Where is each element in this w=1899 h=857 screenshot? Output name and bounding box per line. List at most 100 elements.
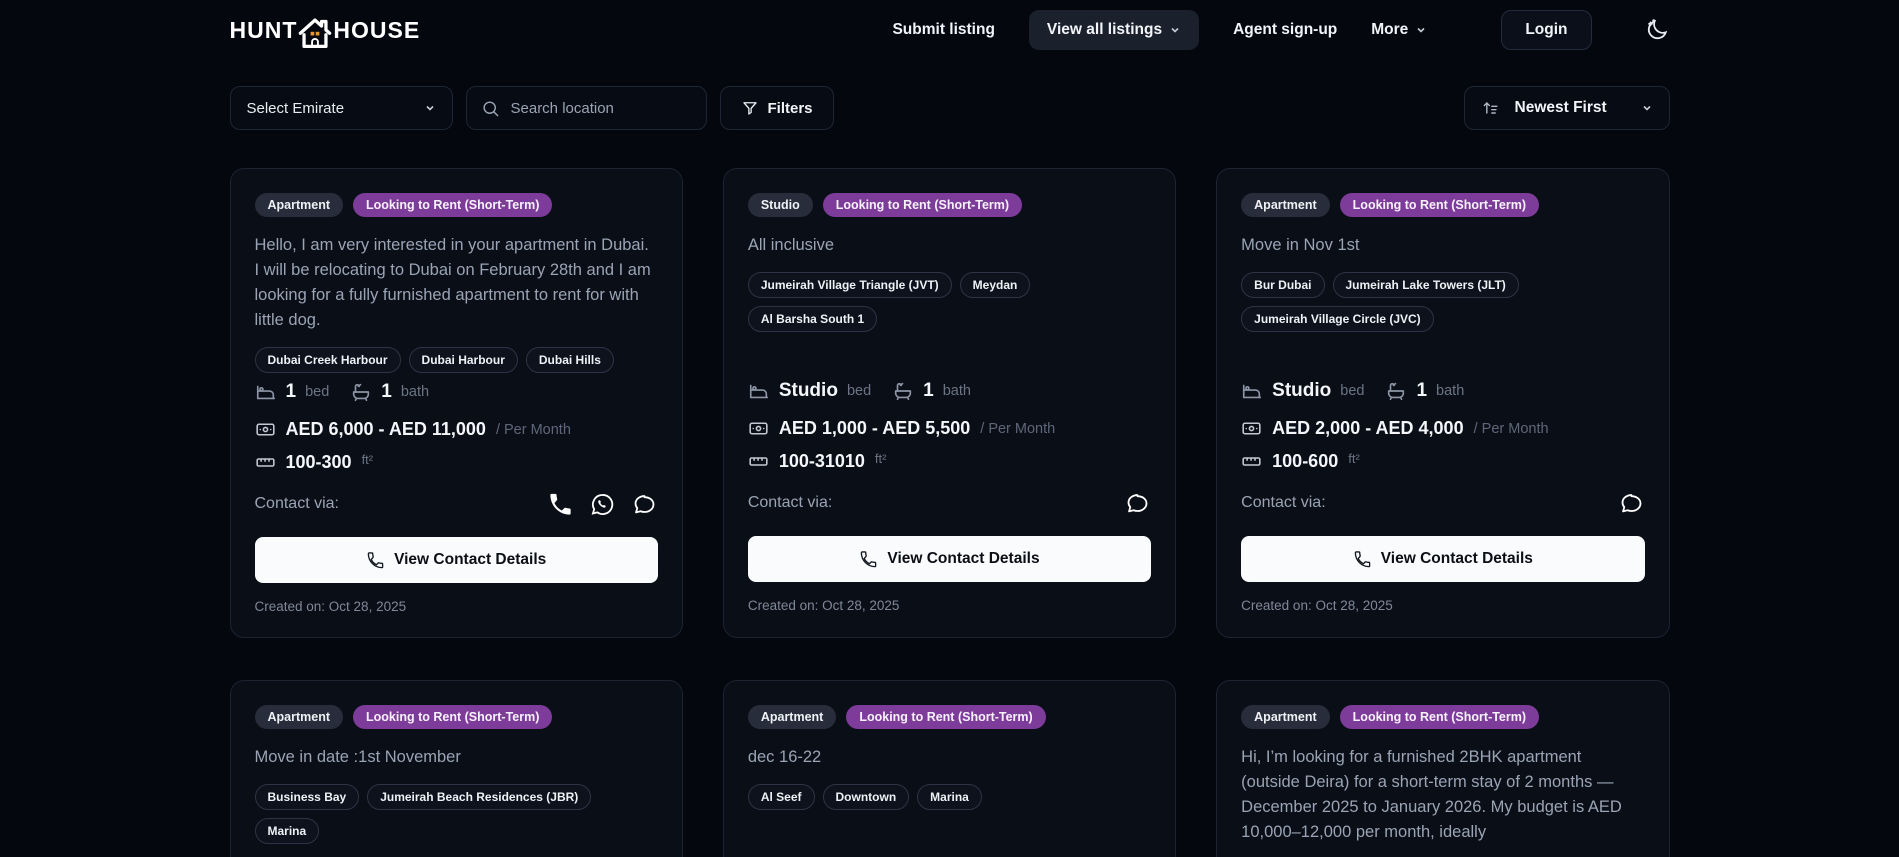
location-search [465, 86, 707, 130]
nav-more[interactable]: More [1371, 21, 1427, 39]
nav-view-all-listings[interactable]: View all listings [1028, 10, 1200, 50]
funnel-icon [742, 102, 757, 115]
theme-toggle[interactable] [1644, 17, 1670, 43]
price-row: AED 2,000 - AED 4,000 / Per Month [1241, 418, 1644, 439]
contact-label: Contact via: [1241, 494, 1326, 511]
view-contact-details-button[interactable]: View Contact Details [1241, 536, 1645, 582]
bath-label: bath [400, 384, 430, 400]
view-contact-details-button[interactable]: View Contact Details [747, 536, 1152, 582]
property-type-badge: Apartment [1241, 193, 1330, 217]
property-type-badge: Apartment [1241, 705, 1330, 729]
phone-outline-icon [1354, 550, 1371, 567]
brand-name-left: HUNT [229, 16, 298, 43]
filters-button[interactable]: Filters [719, 86, 834, 130]
listing-card: Apartment Looking to Rent (Short-Term) M… [1216, 168, 1670, 638]
contact-label: Contact via: [747, 494, 833, 511]
listing-card: Apartment Looking to Rent (Short-Term) M… [229, 680, 683, 857]
chevron-down-icon [1171, 27, 1179, 33]
price-row: AED 6,000 - AED 11,000 / Per Month [255, 419, 658, 440]
bed-icon [256, 385, 275, 400]
view-contact-details-label: View Contact Details [887, 550, 1040, 567]
contact-icons [547, 491, 658, 518]
bed-label: bed [1340, 383, 1365, 399]
bath-icon [894, 382, 912, 401]
bed-count: Studio [1272, 380, 1332, 401]
bath-label: bath [942, 383, 971, 399]
bath-count: 1 [923, 380, 934, 401]
bed-count: 1 [285, 381, 297, 402]
price-period: / Per Month [1473, 420, 1549, 437]
listing-intent-badge: Looking to Rent (Short-Term) [353, 193, 553, 217]
price-period: / Per Month [495, 421, 571, 438]
main-nav: Submit listing View all listings Agent s… [892, 10, 1669, 50]
location-tag: Al Seef [747, 784, 815, 810]
listing-intent-badge: Looking to Rent (Short-Term) [1339, 193, 1540, 217]
search-icon [482, 100, 498, 116]
listing-intent-badge: Looking to Rent (Short-Term) [846, 705, 1046, 729]
ruler-icon [255, 458, 275, 467]
chevron-down-icon [1642, 105, 1651, 111]
chat-bubble-icon[interactable] [1124, 490, 1151, 517]
location-tags: Business Bay Jumeirah Beach Residences (J… [254, 784, 658, 844]
bath-icon [1388, 382, 1405, 401]
price-range: AED 6,000 - AED 11,000 [285, 419, 486, 439]
contact-row: Contact via: [1241, 488, 1644, 518]
listing-description: Hi, I’m looking for a furnished 2BHK apa… [1241, 748, 1622, 841]
view-contact-details-label: View Contact Details [394, 551, 547, 568]
listings-grid: Apartment Looking to Rent (Short-Term) H… [229, 168, 1670, 857]
listing-intent-badge: Looking to Rent (Short-Term) [353, 705, 553, 729]
chat-bubble-icon[interactable] [631, 491, 658, 518]
view-contact-details-button[interactable]: View Contact Details [254, 537, 658, 583]
size-row: 100-31010 ft² [748, 451, 1151, 472]
listing-description: Hello, I am very interested in your apar… [254, 236, 651, 329]
property-type-badge: Apartment [254, 705, 344, 729]
bath-count: 1 [1416, 380, 1428, 401]
property-type-badge: Apartment [747, 705, 837, 729]
location-tag: Jumeirah Village Circle (JVC) [1241, 306, 1434, 332]
size-range: 100-600 [1272, 451, 1339, 471]
nav-submit-listing[interactable]: Submit listing [892, 21, 994, 39]
badge-row: Apartment Looking to Rent (Short-Term) [1241, 193, 1644, 217]
listing-description: Move in Nov 1st [1241, 236, 1360, 254]
location-tag: Jumeirah Village Triangle (JVT) [747, 272, 952, 298]
size-row: 100-600 ft² [1241, 451, 1644, 472]
created-date: Created on: Oct 28, 2025 [747, 598, 900, 613]
contact-row: Contact via: [255, 489, 658, 519]
chat-bubble-icon[interactable] [1618, 490, 1645, 517]
sort-ascending-icon [1483, 101, 1498, 114]
search-input[interactable] [510, 99, 692, 117]
listing-card: Apartment Looking to Rent (Short-Term) d… [722, 680, 1177, 857]
location-tag: Marina [917, 784, 982, 810]
bed-label: bed [305, 384, 330, 400]
emirate-select[interactable]: Select Emirate [229, 86, 453, 130]
badge-row: Apartment Looking to Rent (Short-Term) [254, 705, 658, 729]
whatsapp-icon[interactable] [589, 491, 616, 518]
location-tag: Dubai Creek Harbour [254, 347, 401, 373]
sort-select[interactable]: Newest First [1463, 86, 1670, 130]
phone-icon[interactable] [547, 491, 574, 518]
size-range: 100-300 [285, 452, 352, 472]
price-range: AED 1,000 - AED 5,500 [778, 418, 971, 438]
location-tags: Bur Dubai Jumeirah Lake Towers (JLT) Jumei… [1241, 272, 1644, 332]
banknote-icon [1242, 422, 1261, 435]
view-contact-details-label: View Contact Details [1380, 550, 1533, 567]
bed-icon [1243, 384, 1262, 399]
size-row: 100-300 ft² [255, 452, 658, 473]
bath-count: 1 [381, 381, 392, 402]
brand-logo[interactable]: HUNT HOUSE [229, 15, 421, 49]
size-unit: ft² [1348, 451, 1360, 466]
badge-row: Studio Looking to Rent (Short-Term) [747, 193, 1151, 217]
size-unit: ft² [874, 451, 887, 466]
nav-agent-signup[interactable]: Agent sign-up [1233, 21, 1337, 39]
house-icon [296, 15, 334, 51]
location-tag: Jumeirah Lake Towers (JLT) [1332, 272, 1519, 298]
location-tags: Jumeirah Village Triangle (JVT) Meydan Al … [747, 272, 1151, 332]
login-button[interactable]: Login [1501, 10, 1592, 50]
contact-icons [1618, 490, 1645, 517]
location-tag: Dubai Harbour [408, 347, 518, 373]
contact-label: Contact via: [254, 495, 339, 512]
listing-intent-badge: Looking to Rent (Short-Term) [1339, 705, 1540, 729]
